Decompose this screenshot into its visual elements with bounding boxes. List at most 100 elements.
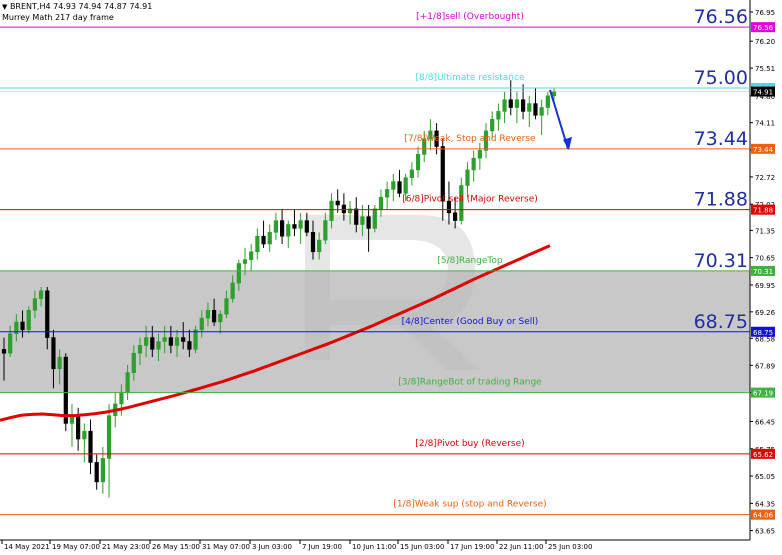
murrey-big-value: 71.88: [694, 189, 748, 211]
candle-body: [279, 220, 285, 237]
candle-body: [335, 200, 340, 206]
x-tick-label: 3 Jun 03:00: [252, 543, 292, 551]
candle-body: [502, 99, 507, 112]
x-tick-label: 14 May 2021: [4, 543, 50, 551]
x-tick-label: 26 May 15:00: [152, 543, 200, 551]
y-tick-label: 75.51: [755, 65, 775, 73]
candle-body: [137, 345, 143, 354]
murrey-big-value: 68.75: [694, 311, 748, 333]
candle-body: [106, 415, 112, 459]
candle-body: [187, 341, 192, 350]
y-tick-label: 69.26: [755, 309, 776, 317]
candle-body: [490, 118, 495, 132]
candle-body: [100, 458, 105, 483]
candle-body: [199, 317, 204, 331]
x-tick-label: 19 May 07:00: [52, 543, 100, 551]
candle-body: [267, 232, 272, 245]
candle-body: [218, 313, 223, 323]
candle-body: [366, 216, 371, 229]
candle-body: [20, 321, 25, 331]
y-tick-label: 64.35: [755, 500, 775, 508]
murrey-big-value: 70.31: [694, 250, 748, 272]
candle-body: [230, 282, 235, 299]
candle-body: [409, 169, 414, 178]
candle-body: [378, 196, 384, 210]
candle-body: [385, 189, 390, 198]
murrey-price-tag-label: 71.88: [753, 207, 773, 215]
candle-body: [236, 263, 241, 284]
candle-body: [8, 333, 13, 354]
candle-body: [51, 337, 56, 370]
candle-body: [551, 91, 557, 97]
murrey-level-label: [7/8]Weak, Stop and Reverse: [404, 134, 536, 144]
x-tick-label: 17 Jun 19:00: [450, 543, 494, 551]
candle-body: [372, 208, 377, 229]
murrey-price-tag-label: 65.62: [753, 451, 773, 459]
candle-body: [298, 220, 303, 229]
candle-body: [354, 208, 359, 225]
murrey-price-tag-label: 73.44: [753, 146, 774, 154]
candle-body: [310, 232, 316, 253]
candle-body: [533, 103, 538, 116]
chart-area[interactable]: 76.9576.2075.5174.8074.1173.4172.7272.02…: [0, 0, 782, 555]
candle-body: [38, 290, 44, 299]
candle-body: [212, 309, 217, 323]
candle-body: [88, 430, 93, 463]
candle-body: [317, 239, 322, 253]
candle-body: [453, 212, 458, 221]
y-tick-label: 76.95: [755, 9, 775, 17]
candle-body: [119, 391, 124, 405]
candle-body: [82, 430, 87, 440]
y-tick-label: 66.45: [755, 418, 775, 426]
candle-body: [193, 329, 198, 350]
candle-body: [57, 356, 62, 370]
y-tick-label: 74.11: [755, 120, 775, 128]
candle-body: [440, 146, 445, 202]
x-tick-label: 7 Jun 19:00: [302, 543, 342, 551]
y-tick-label: 72.72: [755, 174, 775, 182]
candle-body: [144, 337, 149, 346]
candle-body: [391, 181, 396, 190]
x-tick-label: 22 Jun 11:00: [499, 543, 543, 551]
candle-body: [63, 356, 68, 424]
candle-body: [242, 259, 248, 264]
candle-body: [508, 99, 513, 108]
murrey-level-label: [2/8]Pivot buy (Reverse): [415, 439, 524, 449]
candle-body: [273, 220, 279, 233]
y-tick-label: 63.65: [755, 528, 775, 536]
x-tick-label: 10 Jun 11:00: [352, 543, 396, 551]
candle-body: [403, 177, 408, 194]
murrey-price-tag-label: 76.56: [753, 24, 774, 32]
candle-body: [205, 309, 211, 319]
candle-body: [131, 352, 136, 374]
candle-body: [323, 220, 328, 241]
candle-body: [94, 462, 99, 483]
murrey-level-label: [1/8]Weak sup (stop and Reverse): [393, 500, 546, 510]
candle-body: [360, 216, 365, 225]
x-tick-label: 21 May 23:00: [102, 543, 150, 551]
candle-body: [174, 337, 180, 346]
price-chart[interactable]: 76.9576.2075.5174.8074.1173.4172.7272.02…: [0, 0, 782, 555]
murrey-level-label: [+1/8]sell (Overbought): [416, 12, 524, 22]
candle-body: [45, 290, 50, 338]
candle-body: [26, 309, 31, 331]
candle-body: [527, 103, 532, 112]
candle-body: [465, 169, 470, 186]
candle-body: [249, 251, 254, 260]
candle-body: [397, 181, 402, 194]
x-tick-label: 25 Jun 03:00: [548, 543, 592, 551]
candle-body: [32, 298, 37, 311]
candle-body: [76, 415, 81, 440]
candle-body: [477, 150, 482, 159]
candle-body: [181, 337, 186, 342]
candle-body: [156, 341, 161, 350]
murrey-level-label: [8/8]Ultimate resistance: [416, 73, 525, 83]
candle-body: [1, 348, 7, 354]
murrey-level-label: [5/8]RangeTop: [437, 256, 503, 266]
murrey-price-tag-label: 67.19: [753, 390, 773, 398]
candle-body: [496, 111, 501, 120]
murrey-big-value: 76.56: [694, 6, 748, 28]
y-tick-label: 76.20: [755, 38, 775, 46]
y-tick-label: 69.95: [755, 282, 775, 290]
murrey-price-tag-label: 64.06: [753, 512, 774, 520]
